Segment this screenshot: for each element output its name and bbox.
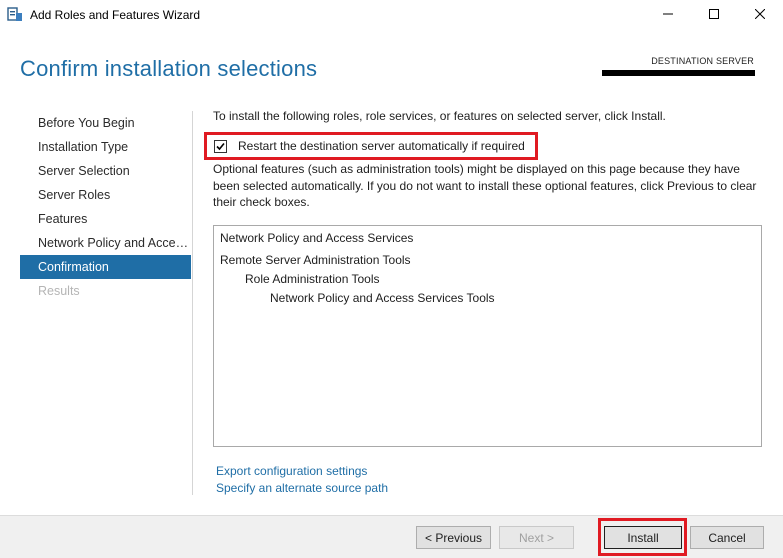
minimize-button[interactable] <box>645 0 691 30</box>
title-bar: Add Roles and Features Wizard <box>0 0 783 30</box>
wizard-nav: Before You Begin Installation Type Serve… <box>20 111 191 303</box>
nav-item-installation-type[interactable]: Installation Type <box>20 135 191 159</box>
minimize-icon <box>663 8 673 22</box>
feature-item: Role Administration Tools <box>245 272 380 286</box>
nav-item-before-you-begin[interactable]: Before You Begin <box>20 111 191 135</box>
nav-divider <box>192 111 193 495</box>
restart-checkbox[interactable] <box>214 140 227 153</box>
checkmark-icon <box>216 142 225 151</box>
page-title: Confirm installation selections <box>20 56 318 81</box>
nav-item-features[interactable]: Features <box>20 207 191 231</box>
intro-text: To install the following roles, role ser… <box>213 109 666 123</box>
destination-server-name-redacted <box>602 70 755 76</box>
close-button[interactable] <box>737 0 783 30</box>
nav-item-server-roles[interactable]: Server Roles <box>20 183 191 207</box>
export-configuration-link[interactable]: Export configuration settings <box>216 464 367 478</box>
feature-item: Remote Server Administration Tools <box>220 253 411 267</box>
cancel-button[interactable]: Cancel <box>690 526 764 549</box>
close-icon <box>754 8 766 22</box>
feature-item: Network Policy and Access Services Tools <box>270 291 495 305</box>
optional-features-text: Optional features (such as administratio… <box>213 162 757 209</box>
maximize-button[interactable] <box>691 0 737 30</box>
previous-button[interactable]: < Previous <box>416 526 491 549</box>
nav-item-network-policy[interactable]: Network Policy and Access Services <box>20 231 191 255</box>
features-list: Network Policy and Access Services Remot… <box>213 225 762 447</box>
next-button: Next > <box>499 526 574 549</box>
maximize-icon <box>709 8 719 22</box>
feature-item: Network Policy and Access Services <box>220 231 414 245</box>
alternate-source-path-link[interactable]: Specify an alternate source path <box>216 481 388 495</box>
nav-item-confirmation[interactable]: Confirmation <box>20 255 191 279</box>
destination-server-label: DESTINATION SERVER <box>651 56 754 66</box>
nav-item-server-selection[interactable]: Server Selection <box>20 159 191 183</box>
window-title: Add Roles and Features Wizard <box>30 8 201 22</box>
nav-item-results: Results <box>38 284 80 298</box>
restart-checkbox-label[interactable]: Restart the destination server automatic… <box>238 139 525 153</box>
server-manager-icon <box>7 7 23 22</box>
install-button[interactable]: Install <box>604 526 682 549</box>
